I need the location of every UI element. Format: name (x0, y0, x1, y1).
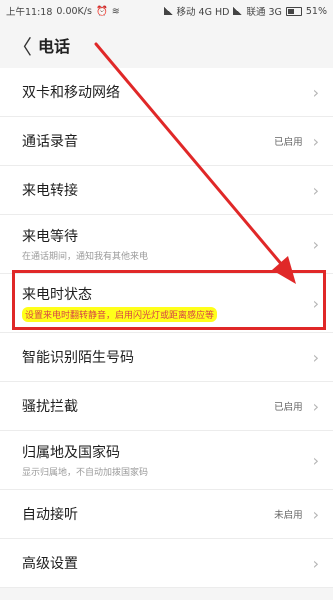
item-label: 归属地及国家码 (22, 445, 120, 461)
item-value: 已启用 (274, 402, 303, 413)
list-item-harassment-block[interactable]: 骚扰拦截 已启用 › (0, 382, 333, 431)
chevron-right-icon: › (312, 347, 319, 367)
item-label: 自动接听 (22, 507, 78, 523)
battery-level: 51% (305, 5, 327, 17)
list-item-advanced-settings[interactable]: 高级设置 › (0, 539, 333, 588)
item-label: 高级设置 (22, 556, 78, 572)
clock: 上午11:18 (6, 7, 53, 18)
item-value: 未启用 (274, 510, 303, 521)
chevron-right-icon: › (312, 504, 319, 524)
item-label: 双卡和移动网络 (22, 85, 120, 101)
settings-list: 双卡和移动网络 › 通话录音 已启用 › 来电转接 › 来电等待 在通话期间，通知… (0, 68, 333, 588)
item-description: 显示归属地，不自动加拨国家码 (22, 468, 149, 478)
app-header: 〈 电话 (0, 22, 333, 68)
list-item-call-waiting[interactable]: 来电等待 在通话期间，通知我有其他来电 › (0, 215, 333, 274)
chevron-right-icon: › (312, 396, 319, 416)
list-item-location-country-code[interactable]: 归属地及国家码 显示归属地，不自动加拨国家码 › (0, 431, 333, 490)
list-item-call-recording[interactable]: 通话录音 已启用 › (0, 117, 333, 166)
item-label: 来电时状态 (22, 287, 92, 303)
chevron-right-icon: › (312, 293, 319, 313)
back-arrow-icon[interactable]: 〈 (12, 31, 32, 60)
list-item-incoming-call-state[interactable]: 来电时状态 设置来电时翻转静音，启用闪光灯或距离感应等 › (0, 274, 333, 333)
status-bar: 上午11:18 0.00K/s ⏰ ≋ 移动 4G HD 联通 3G 51% (0, 0, 333, 22)
chevron-right-icon: › (312, 234, 319, 254)
item-value: 已启用 (274, 137, 303, 148)
list-item-unknown-number-id[interactable]: 智能识别陌生号码 › (0, 333, 333, 382)
signal-icon-2 (233, 7, 243, 15)
network-speed: 0.00K/s (56, 5, 92, 17)
signal-icon (163, 7, 173, 15)
carrier-2: 联通 3G (246, 7, 282, 18)
alarm-icon: ⏰ (95, 5, 108, 17)
battery-icon (285, 6, 302, 16)
item-label: 来电转接 (22, 183, 78, 199)
chevron-right-icon: › (312, 131, 319, 151)
list-item-call-forwarding[interactable]: 来电转接 › (0, 166, 333, 215)
carrier-1: 移动 4G HD (176, 7, 230, 18)
list-item-dual-sim[interactable]: 双卡和移动网络 › (0, 68, 333, 117)
chevron-right-icon: › (312, 82, 319, 102)
item-description: 设置来电时翻转静音，启用闪光灯或距离感应等 (22, 307, 218, 322)
chevron-right-icon: › (312, 450, 319, 470)
wifi-icon: ≋ (111, 5, 120, 17)
item-label: 通话录音 (22, 134, 78, 150)
page-title: 电话 (38, 37, 71, 56)
item-label: 骚扰拦截 (22, 399, 78, 415)
item-label: 智能识别陌生号码 (22, 350, 134, 366)
chevron-right-icon: › (312, 553, 319, 573)
item-label: 来电等待 (22, 229, 78, 245)
chevron-right-icon: › (312, 180, 319, 200)
list-item-auto-answer[interactable]: 自动接听 未启用 › (0, 490, 333, 539)
item-description: 在通话期间，通知我有其他来电 (22, 252, 149, 262)
